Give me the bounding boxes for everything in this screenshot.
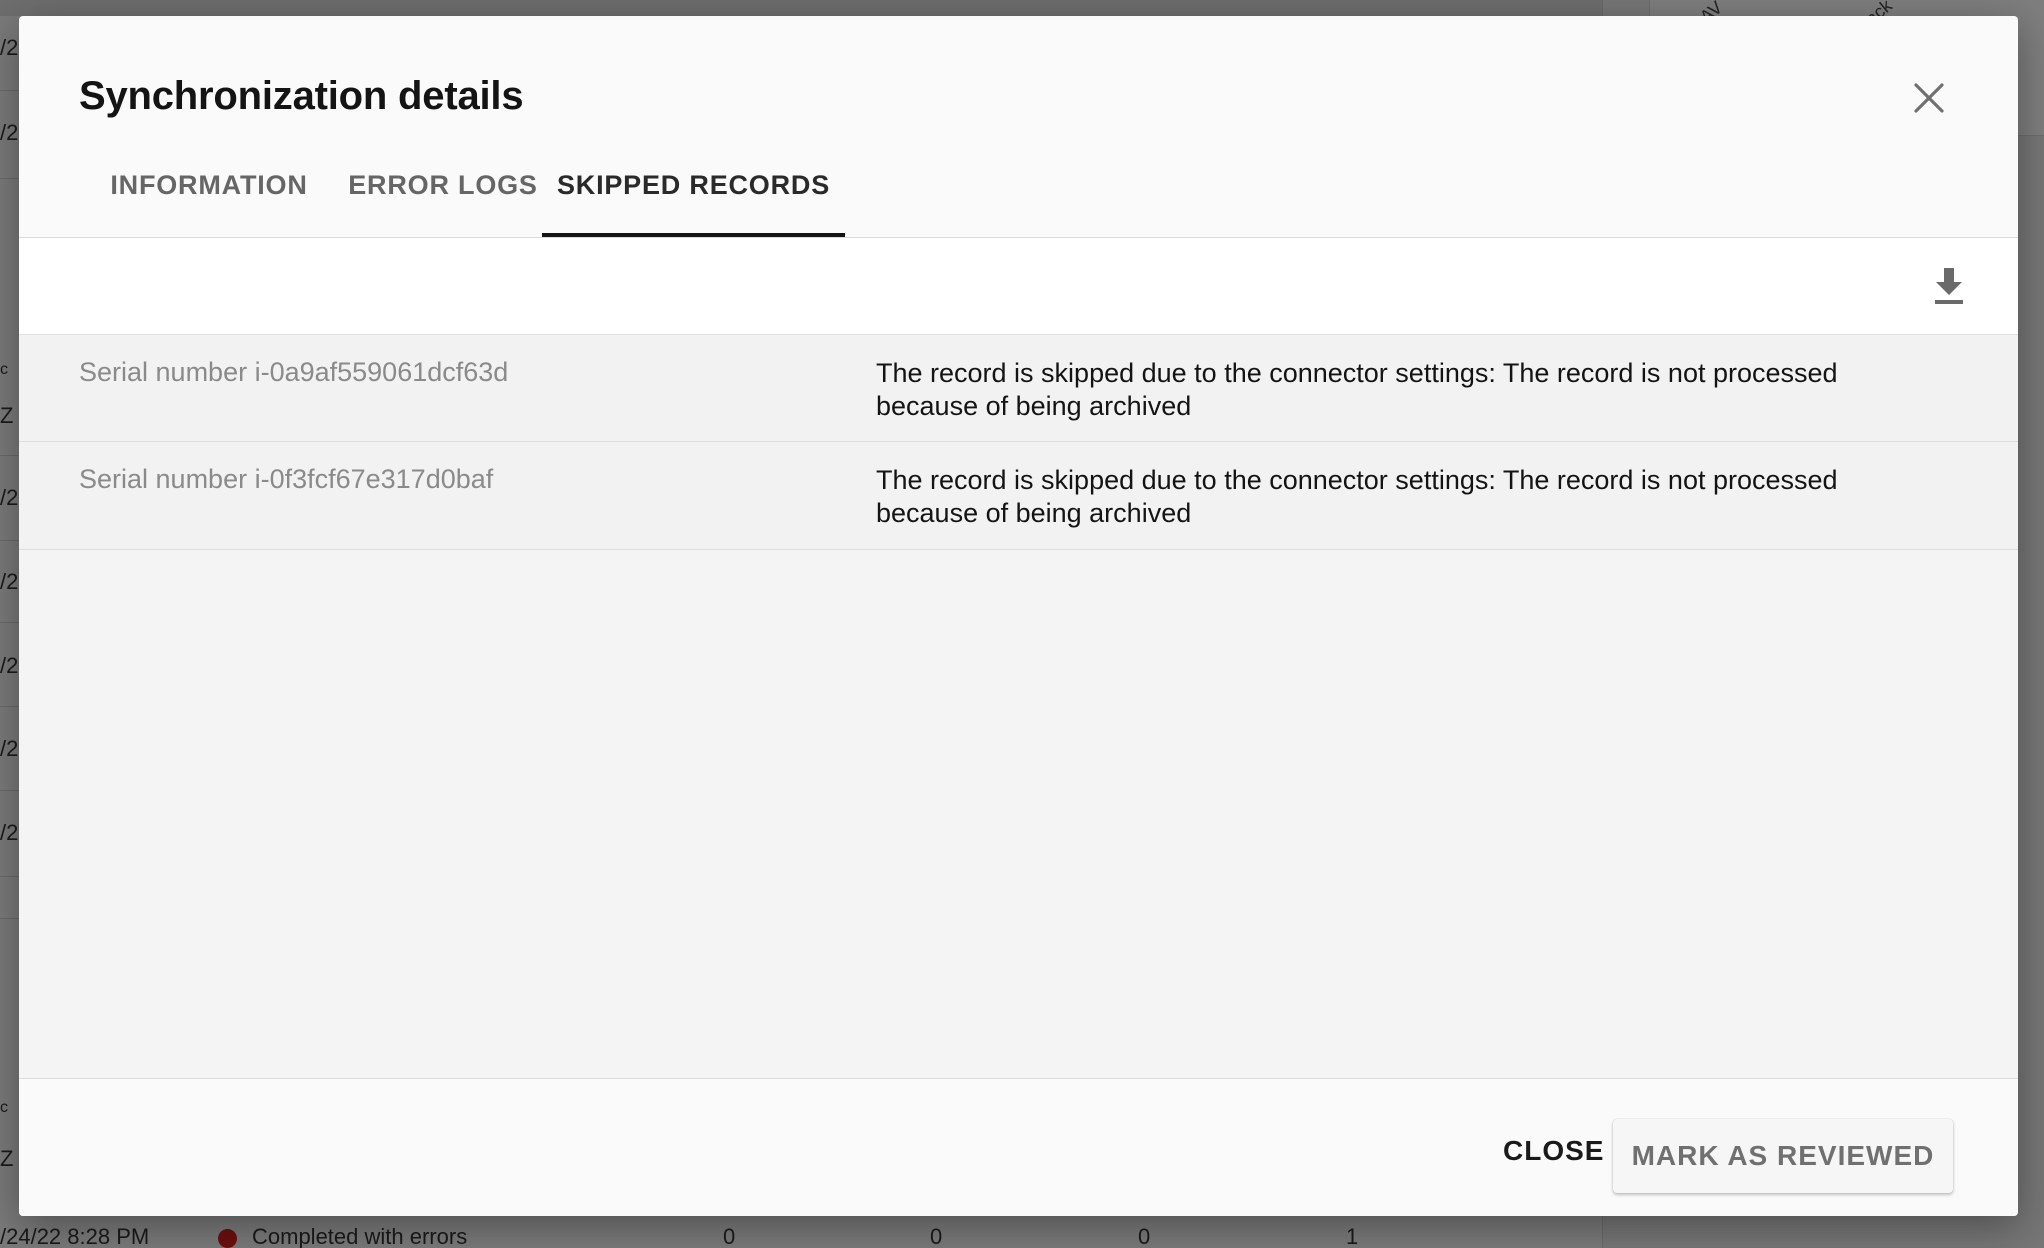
background-row-value: 1 [1346,1224,1359,1248]
background-row-value: 0 [723,1224,736,1248]
tab-skipped-records[interactable]: SKIPPED RECORDS [542,144,845,237]
background-text-fragment: /2 [0,736,19,761]
list-item: Serial number i-0a9af559061dcf63d The re… [19,334,2018,442]
background-text-fragment: Z [0,1146,14,1171]
background-divider [0,90,20,91]
download-icon [1935,268,1963,304]
background-row-date: /24/22 8:28 PM [0,1224,150,1248]
record-skip-message: The record is skipped due to the connect… [876,358,1838,421]
record-serial-number: Serial number i-0f3fcf67e317d0baf [79,464,494,494]
background-text-fragment: Z [0,403,14,428]
background-divider [0,455,20,456]
background-text-fragment: c [0,1099,8,1116]
list-item: Serial number i-0f3fcf67e317d0baf The re… [19,442,2018,550]
skipped-records-list: Serial number i-0a9af559061dcf63d The re… [19,334,2018,1078]
synchronization-details-dialog: Synchronization details INFORMATION ERRO… [19,16,2018,1216]
background-divider [0,706,20,707]
background-row-value: 0 [930,1224,943,1248]
record-serial-number: Serial number i-0a9af559061dcf63d [79,357,509,387]
dialog-footer: CLOSE MARK AS REVIEWED [19,1078,2018,1216]
error-status-dot [218,1229,237,1248]
background-divider [0,622,20,623]
download-button[interactable] [1927,264,1971,308]
background-divider [0,790,20,791]
background-text-fragment: /2 [0,653,19,678]
dialog-close-button[interactable] [1907,76,1951,120]
background-text-fragment: /2 [0,120,19,145]
background-text-fragment: /2 [0,485,19,510]
close-icon [1914,83,1944,113]
records-toolbar [19,238,2018,334]
close-button[interactable]: CLOSE [1485,1119,1622,1183]
background-text-fragment: /2 [0,569,19,594]
background-row-status: Completed with errors [252,1224,468,1248]
background-divider [0,918,20,919]
dialog-title: Synchronization details [79,74,524,118]
tab-information[interactable]: INFORMATION [103,144,315,236]
background-divider [0,178,20,179]
background-table-row: /24/22 8:28 PM Completed with errors 0 0… [0,1222,1602,1248]
background-divider [0,540,20,541]
record-skip-message: The record is skipped due to the connect… [876,465,1838,528]
background-header [0,0,1602,16]
background-text-fragment: c [0,361,8,378]
background-text-fragment: /2 [0,820,19,845]
tab-error-logs[interactable]: ERROR LOGS [347,144,539,236]
background-row-value: 0 [1138,1224,1151,1248]
background-divider [0,876,20,877]
mark-as-reviewed-button[interactable]: MARK AS REVIEWED [1613,1119,1953,1193]
